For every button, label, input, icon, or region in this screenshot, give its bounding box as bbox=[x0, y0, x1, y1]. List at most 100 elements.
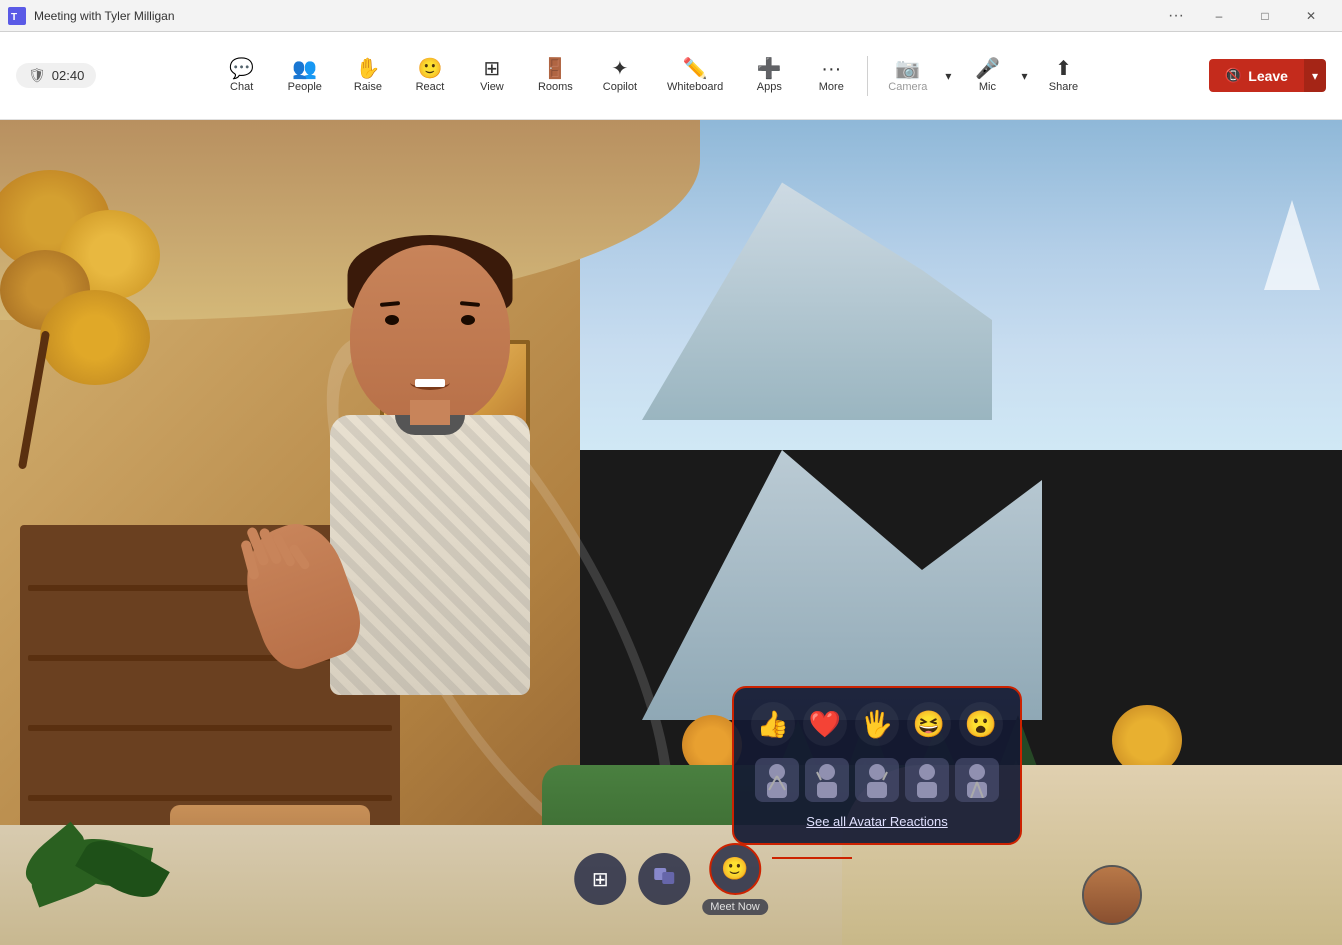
leave-group: 📵 Leave ▾ bbox=[1209, 59, 1326, 92]
copilot-button[interactable]: ✦ Copilot bbox=[589, 51, 651, 101]
camera-label: Camera bbox=[888, 81, 927, 93]
whiteboard-label: Whiteboard bbox=[667, 81, 723, 93]
people-label: People bbox=[288, 81, 322, 93]
user-avatar-image bbox=[1084, 867, 1140, 923]
people-icon: 👥 bbox=[292, 59, 317, 79]
mic-icon: 🎤 bbox=[975, 59, 1000, 79]
avatar-reaction-5[interactable] bbox=[955, 758, 999, 802]
shield-icon: 🛡 bbox=[28, 67, 46, 84]
view-button[interactable]: ⊞ View bbox=[462, 51, 522, 101]
avatar-reaction-3[interactable] bbox=[855, 758, 899, 802]
snow-cap-1 bbox=[1222, 190, 1342, 290]
title-bar-left: T Meeting with Tyler Milligan bbox=[8, 7, 175, 25]
share-button[interactable]: ⬆ Share bbox=[1033, 51, 1093, 101]
more-icon: ··· bbox=[821, 59, 841, 79]
raise-label: Raise bbox=[354, 81, 382, 93]
share-icon: ⬆ bbox=[1055, 59, 1072, 79]
camera-icon: 📷 bbox=[895, 59, 920, 79]
copilot-icon: ✦ bbox=[612, 59, 629, 79]
avatar-reaction-4[interactable] bbox=[905, 758, 949, 802]
chat-label: Chat bbox=[230, 81, 253, 93]
avatar-character bbox=[180, 165, 680, 945]
mountain-2 bbox=[642, 170, 992, 420]
tree-branch bbox=[18, 330, 50, 469]
mic-button[interactable]: 🎤 Mic bbox=[957, 51, 1017, 101]
view-label: View bbox=[480, 81, 504, 93]
raise-button[interactable]: ✋ Raise bbox=[338, 51, 398, 101]
see-all-avatar-reactions-link[interactable]: See all Avatar Reactions bbox=[748, 814, 1006, 829]
more-button[interactable]: ··· More bbox=[801, 51, 861, 101]
leave-label: Leave bbox=[1248, 68, 1288, 84]
camera-arrow-button[interactable]: ▾ bbox=[941, 65, 955, 87]
maximize-button[interactable]: □ bbox=[1242, 0, 1288, 32]
whiteboard-button[interactable]: ✏️ Whiteboard bbox=[653, 51, 737, 101]
grid-icon: ⊞ bbox=[592, 867, 609, 892]
title-bar-controls: ··· – □ ✕ bbox=[1156, 0, 1334, 32]
minimize-button[interactable]: – bbox=[1196, 0, 1242, 32]
avatar-reaction-1[interactable] bbox=[755, 758, 799, 802]
react-icon: 🙂 bbox=[417, 59, 442, 79]
reaction-laugh[interactable]: 😆 bbox=[907, 702, 951, 746]
avatar-body bbox=[220, 245, 640, 945]
avatar-torso bbox=[330, 415, 530, 695]
react-button[interactable]: 🙂 React bbox=[400, 51, 460, 101]
chat-icon: 💬 bbox=[229, 59, 254, 79]
reaction-heart[interactable]: ❤️ bbox=[803, 702, 847, 746]
user-avatar-thumbnail[interactable] bbox=[1082, 865, 1142, 925]
camera-button[interactable]: 📷 Camera bbox=[874, 51, 941, 101]
reaction-wave[interactable]: 🖐️ bbox=[855, 702, 899, 746]
grid-control-button[interactable]: ⊞ bbox=[574, 853, 626, 905]
meet-now-label: Meet Now bbox=[702, 899, 768, 915]
toolbar-center: 💬 Chat 👥 People ✋ Raise 🙂 React ⊞ View 🚪… bbox=[212, 51, 1094, 101]
people-button[interactable]: 👥 People bbox=[274, 51, 336, 101]
more-label: More bbox=[819, 81, 844, 93]
smiley-button[interactable]: 🙂 bbox=[709, 843, 761, 895]
reactions-avatars-row bbox=[748, 758, 1006, 802]
whiteboard-icon: ✏️ bbox=[683, 59, 708, 79]
red-connector-line bbox=[772, 857, 852, 859]
teams-logo-icon: T bbox=[8, 7, 26, 25]
reaction-thumbsup[interactable]: 👍 bbox=[751, 702, 795, 746]
view-icon: ⊞ bbox=[484, 59, 501, 79]
mic-group: 🎤 Mic ▾ bbox=[957, 51, 1031, 101]
apps-label: Apps bbox=[757, 81, 782, 93]
mic-arrow-button[interactable]: ▾ bbox=[1017, 65, 1031, 87]
close-button[interactable]: ✕ bbox=[1288, 0, 1334, 32]
leave-button[interactable]: 📵 Leave bbox=[1209, 59, 1304, 92]
leaf-4 bbox=[40, 290, 150, 385]
toolbar-divider-1 bbox=[867, 56, 868, 96]
meet-now-group: 🙂 Meet Now bbox=[702, 843, 768, 915]
chat-button[interactable]: 💬 Chat bbox=[212, 51, 272, 101]
bottom-controls: ⊞ 🙂 Meet Now bbox=[574, 843, 768, 915]
avatar-icon bbox=[652, 864, 676, 894]
avatar-reaction-2[interactable] bbox=[805, 758, 849, 802]
apps-button[interactable]: ➕ Apps bbox=[739, 51, 799, 101]
avatar-head bbox=[350, 245, 510, 425]
leave-phone-icon: 📵 bbox=[1225, 67, 1242, 84]
apps-icon: ➕ bbox=[757, 59, 782, 79]
timer-badge: 🛡 02:40 bbox=[16, 63, 96, 88]
reaction-wow[interactable]: 😮 bbox=[959, 702, 1003, 746]
rooms-label: Rooms bbox=[538, 81, 573, 93]
timer-value: 02:40 bbox=[52, 68, 85, 83]
copilot-label: Copilot bbox=[603, 81, 637, 93]
foliage-left bbox=[0, 170, 200, 470]
toolbar-right: 📵 Leave ▾ bbox=[1209, 59, 1326, 92]
toolbar: 🛡 02:40 💬 Chat 👥 People ✋ Raise 🙂 React … bbox=[0, 32, 1342, 120]
rooms-icon: 🚪 bbox=[543, 59, 568, 79]
title-bar: T Meeting with Tyler Milligan ··· – □ ✕ bbox=[0, 0, 1342, 32]
window-title: Meeting with Tyler Milligan bbox=[34, 9, 175, 23]
mountains bbox=[642, 170, 1342, 570]
smiley-icon: 🙂 bbox=[721, 856, 748, 882]
main-content: 👍 ❤️ 🖐️ 😆 😮 bbox=[0, 120, 1342, 945]
window-menu-dots[interactable]: ··· bbox=[1156, 0, 1196, 32]
mic-label: Mic bbox=[979, 81, 996, 93]
camera-group: 📷 Camera ▾ bbox=[874, 51, 955, 101]
reactions-panel: 👍 ❤️ 🖐️ 😆 😮 bbox=[732, 686, 1022, 845]
rooms-button[interactable]: 🚪 Rooms bbox=[524, 51, 587, 101]
leave-arrow-button[interactable]: ▾ bbox=[1304, 59, 1326, 92]
toolbar-left: 🛡 02:40 bbox=[16, 63, 96, 88]
share-label: Share bbox=[1049, 81, 1078, 93]
plant-bottom-left bbox=[10, 775, 190, 895]
avatar-control-button[interactable] bbox=[638, 853, 690, 905]
